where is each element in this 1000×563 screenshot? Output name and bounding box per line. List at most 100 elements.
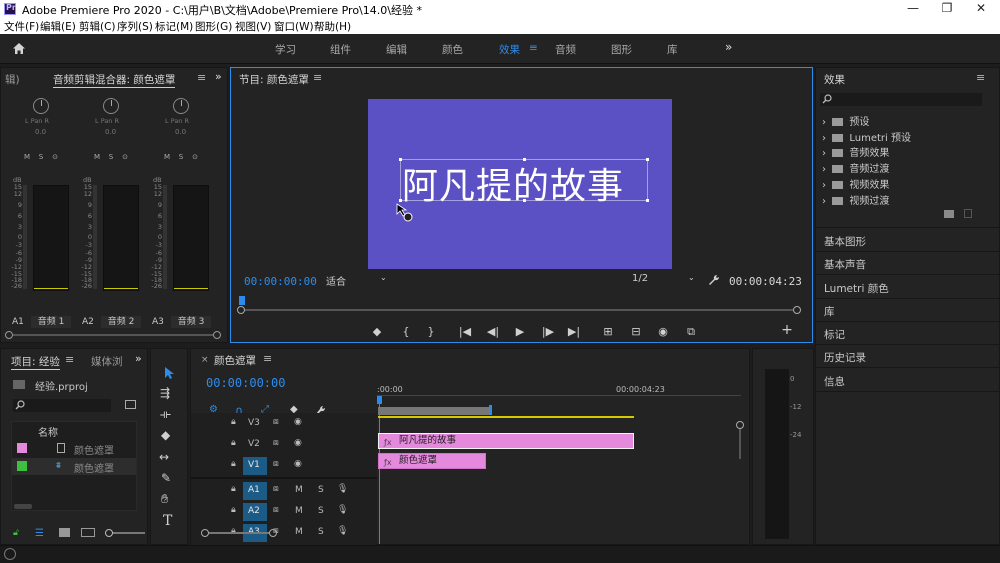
sync-lock-icon[interactable]: ⧈ xyxy=(273,459,279,469)
go-to-out-button[interactable]: ▶| xyxy=(567,325,581,338)
work-area-bar[interactable] xyxy=(378,407,492,415)
timeline-timecode[interactable]: 00:00:00:00 xyxy=(206,376,285,390)
maximize-button[interactable]: ❐ xyxy=(930,0,964,18)
program-video-frame[interactable]: 阿凡提的故事 xyxy=(368,99,672,269)
wrench-settings-icon[interactable] xyxy=(708,274,720,286)
volume-fader-track[interactable] xyxy=(93,185,97,289)
new-bin-icon[interactable] xyxy=(944,210,954,218)
minimize-button[interactable]: — xyxy=(896,0,930,18)
button-editor-add-button[interactable]: + xyxy=(780,322,794,338)
selection-tool-icon[interactable] xyxy=(163,366,177,380)
mute-button[interactable]: M xyxy=(92,152,102,162)
timeline-clip-color-matte[interactable]: ƒx 颜色遮罩 xyxy=(378,453,486,469)
solo-button[interactable]: S xyxy=(36,152,46,162)
eye-icon[interactable]: ◉ xyxy=(294,438,302,448)
comparison-view-button[interactable]: ⧉ xyxy=(684,325,698,339)
close-button[interactable]: ✕ xyxy=(964,0,998,18)
slip-tool-icon[interactable]: ↔ xyxy=(159,450,169,464)
track-label[interactable]: V3 xyxy=(248,418,260,428)
menu-edit[interactable]: 编辑(E) xyxy=(40,19,76,34)
trash-icon[interactable] xyxy=(964,209,972,218)
workspace-tab-editing[interactable]: 编辑 xyxy=(386,42,407,57)
mixer-scrollbar[interactable] xyxy=(5,331,223,339)
program-current-timecode[interactable]: 00:00:00:00 xyxy=(244,275,317,288)
effects-tree-item-audio-effects[interactable]: › 音频效果 xyxy=(822,144,889,159)
list-view-icon[interactable]: ☰ xyxy=(35,528,48,539)
program-monitor-title[interactable]: 节目: 颜色遮罩 xyxy=(239,72,309,87)
section-markers[interactable]: 标记 xyxy=(824,327,845,342)
mark-out-button[interactable]: } xyxy=(424,325,438,338)
hand-tool-icon[interactable]: ✋︎ xyxy=(161,492,168,507)
panel-menu-icon[interactable]: ≡ xyxy=(976,71,985,84)
record-button[interactable]: ⊙ xyxy=(190,152,200,162)
export-frame-button[interactable]: ◉ xyxy=(656,325,670,338)
transform-handle[interactable] xyxy=(646,199,649,202)
track-label[interactable]: V2 xyxy=(248,439,260,449)
pan-knob[interactable] xyxy=(33,98,49,114)
microphone-icon[interactable]: 🎙︎ xyxy=(337,484,348,494)
timeline-horizontal-scrollbar[interactable] xyxy=(201,529,277,537)
media-browser-tab[interactable]: 媒体浏 xyxy=(91,354,123,369)
microphone-icon[interactable]: 🎙︎ xyxy=(337,505,348,515)
mark-in-button[interactable]: { xyxy=(399,325,413,338)
track-label[interactable]: A2 xyxy=(248,506,260,516)
menu-view[interactable]: 视图(V) xyxy=(235,19,271,34)
sync-lock-icon[interactable]: ⧈ xyxy=(273,505,279,515)
pan-knob[interactable] xyxy=(173,98,189,114)
work-area-end-handle[interactable] xyxy=(489,405,492,415)
mixer-tab-title[interactable]: 音频剪辑混合器: 颜色遮罩 xyxy=(53,72,176,88)
mixer-left-tab[interactable]: 辑) xyxy=(5,72,20,87)
workspace-tab-graphics[interactable]: 图形 xyxy=(611,42,632,57)
workspace-tab-audio[interactable]: 音频 xyxy=(555,42,576,57)
effects-tree-item-video-transitions[interactable]: › 视频过渡 xyxy=(822,192,889,207)
project-search-input[interactable] xyxy=(13,399,111,412)
sequence-tab[interactable]: 颜色遮罩 xyxy=(214,353,256,368)
solo-button[interactable]: S xyxy=(318,485,324,495)
project-tab-title[interactable]: 项目: 经验 xyxy=(11,354,60,370)
effects-panel-title[interactable]: 效果 xyxy=(824,72,845,87)
go-to-in-button[interactable]: |◀ xyxy=(458,325,472,338)
workspace-tab-color[interactable]: 颜色 xyxy=(442,42,463,57)
workspace-tab-effects[interactable]: 效果 xyxy=(499,42,520,57)
menu-window[interactable]: 窗口(W) xyxy=(274,19,314,34)
pen-tool-icon[interactable]: ✎ xyxy=(161,471,171,485)
volume-fader-track[interactable] xyxy=(23,185,27,289)
extract-button[interactable]: ⊟ xyxy=(629,325,643,338)
effects-tree-item-audio-transitions[interactable]: › 音频过渡 xyxy=(822,160,889,175)
eye-icon[interactable]: ◉ xyxy=(294,459,302,469)
section-essential-sound[interactable]: 基本声音 xyxy=(824,257,866,272)
menu-clip[interactable]: 剪辑(C) xyxy=(79,19,116,34)
mute-button[interactable]: M xyxy=(295,506,303,516)
microphone-icon[interactable]: 🎙︎ xyxy=(337,526,348,536)
play-button[interactable]: ▶ xyxy=(513,325,527,338)
mute-button[interactable]: M xyxy=(22,152,32,162)
lock-icon[interactable]: 🔒︎ xyxy=(231,484,236,494)
type-tool-icon[interactable]: T xyxy=(163,513,172,529)
list-item[interactable]: 颜色遮罩 xyxy=(12,440,136,457)
timeline-vertical-scrollbar[interactable] xyxy=(736,421,744,461)
lock-icon[interactable]: 🔒︎ xyxy=(231,438,236,448)
fit-dropdown[interactable]: 适合 ⌄ xyxy=(326,273,390,288)
solo-button[interactable]: S xyxy=(176,152,186,162)
menu-sequence[interactable]: 序列(S) xyxy=(117,19,153,34)
track-label[interactable]: V1 xyxy=(248,460,260,470)
section-info[interactable]: 信息 xyxy=(824,374,845,389)
home-icon[interactable] xyxy=(12,42,26,55)
menu-file[interactable]: 文件(F) xyxy=(4,19,39,34)
lock-icon[interactable]: 🔒︎ xyxy=(231,417,236,427)
section-history[interactable]: 历史记录 xyxy=(824,350,866,365)
resolution-dropdown[interactable]: 1/2 ⌄ xyxy=(632,273,698,287)
add-marker-button[interactable]: ◆ xyxy=(370,325,384,338)
lock-icon[interactable]: 🔒︎ xyxy=(231,459,236,469)
zoom-slider-handle[interactable] xyxy=(105,529,113,537)
project-scrollbar[interactable] xyxy=(14,504,32,509)
panel-menu-icon[interactable]: ≡ xyxy=(65,353,74,366)
track-select-tool-icon[interactable]: ⇶ xyxy=(160,386,170,400)
panel-overflow-icon[interactable]: » xyxy=(135,352,142,365)
close-tab-icon[interactable]: × xyxy=(201,355,209,365)
mute-button[interactable]: M xyxy=(162,152,172,162)
sync-lock-icon[interactable]: ⧈ xyxy=(273,417,279,427)
workspace-tab-learn[interactable]: 学习 xyxy=(275,42,296,57)
title-text[interactable]: 阿凡提的故事 xyxy=(402,157,624,209)
lift-button[interactable]: ⊞ xyxy=(601,325,615,338)
